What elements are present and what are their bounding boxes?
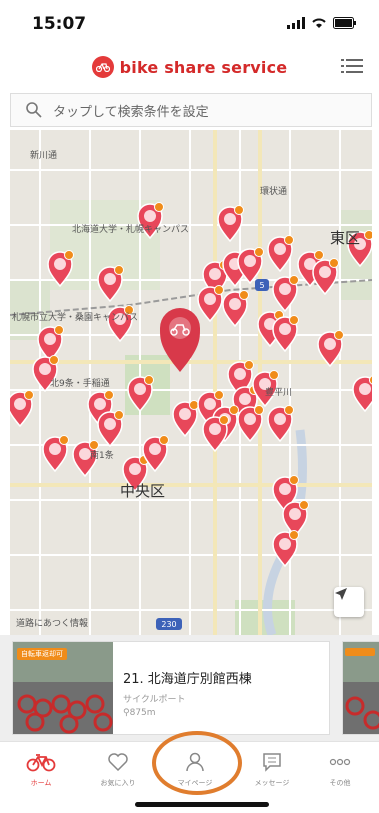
station-card[interactable]: 自転車返却可 21. 北海道庁別館西棟 サイクルポート ⚲875m [12,641,330,735]
tab-label: お気に入り [100,779,136,787]
tab-messages[interactable]: メッセージ [237,750,307,788]
location-arrow-icon [335,588,347,600]
availability-badge: 自転車返却可 [17,648,67,660]
status-icons [287,17,357,29]
station-marker[interactable] [352,375,372,413]
home-indicator [135,802,269,807]
station-marker[interactable] [197,285,224,323]
list-menu-icon [341,59,363,73]
brand-logo-icon [91,56,114,78]
tab-favorites[interactable]: お気に入り [83,750,153,788]
station-marker[interactable] [222,290,249,328]
current-location-button[interactable] [334,587,364,617]
tab-label: メッセージ [254,779,290,787]
station-marker[interactable] [37,325,64,363]
signal-icon [287,17,305,29]
person-icon [186,752,204,772]
battery-icon [333,17,356,29]
route-badge-5: 5 [259,281,264,290]
map-place-label: 環状通 [260,187,288,197]
station-marker[interactable] [172,400,199,438]
station-name: 21. 北海道庁別館西棟 [123,672,252,687]
map-attribution: 道路にあつく情報 [16,619,89,629]
message-icon [263,753,281,772]
station-marker[interactable] [272,315,299,353]
map-place-label: 北海道大学・札幌キャンパス [72,225,190,235]
station-card-carousel[interactable]: 自転車返却可 21. 北海道庁別館西棟 サイクルポート ⚲875m [0,635,379,741]
tab-label: その他 [329,779,351,787]
next-station-card[interactable] [342,641,379,735]
map-place-label: 豊平川 [265,388,293,398]
route-badge-230: 230 [161,620,176,629]
station-marker[interactable] [42,435,69,473]
search-bar[interactable]: タップして検索条件を設定 [10,93,372,127]
pin-icon: ⚲ [123,708,130,718]
station-marker[interactable] [312,258,339,296]
tab-label: マイページ [177,779,213,787]
station-marker[interactable] [272,275,299,313]
tab-more[interactable]: その他 [305,750,375,788]
tab-home[interactable]: ホーム [6,750,76,788]
status-time: 15:07 [32,14,87,34]
station-marker[interactable] [97,265,124,303]
station-marker[interactable] [97,410,124,448]
wifi-icon [312,18,326,28]
app-header: bike share service [0,46,379,90]
station-marker[interactable] [10,390,34,428]
search-icon [26,102,42,118]
district-label: 東区 [330,229,361,247]
station-distance: ⚲875m [123,708,156,718]
map-place-label: 南1条 [90,451,114,461]
status-bar: 15:07 [0,0,379,46]
tab-mypage[interactable]: マイページ [160,750,230,788]
menu-button[interactable] [341,56,363,76]
tab-label: ホーム [30,779,52,787]
map-place-label: 新川通 [30,151,58,161]
brand: bike share service [0,56,379,78]
brand-name: bike share service [119,57,288,77]
bicycle-icon [26,754,56,772]
heart-icon [108,753,128,771]
map-view[interactable]: 5 230 北海道大学・札幌キャンパス 札幌市立大学・桑園キャンパス 新川通 環… [10,130,372,635]
station-photo: 自転車返却可 [13,642,113,734]
map-place-label: 札幌市立大学・桑園キャンパス [12,313,139,323]
station-type: サイクルポート [123,695,186,705]
map-place-label: 北9条・手稲通 [50,379,110,389]
search-placeholder: タップして検索条件を設定 [53,104,209,120]
district-label: 中央区 [120,482,166,500]
more-icon [329,758,351,766]
